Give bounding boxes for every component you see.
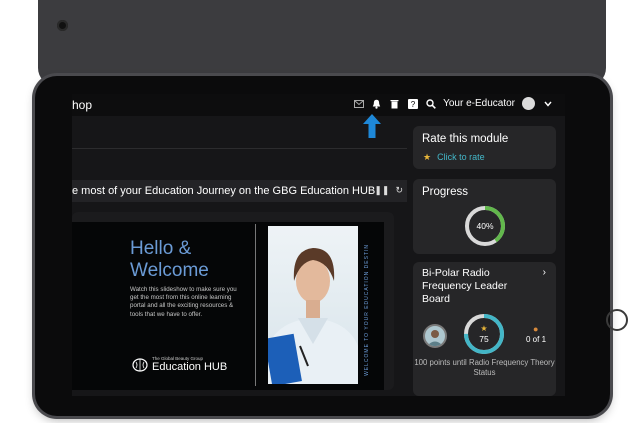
welcome-text: Welcome <box>130 260 209 281</box>
search-icon[interactable] <box>425 98 436 109</box>
progress-ring: 40% <box>465 206 505 246</box>
leaderboard-avatar <box>423 324 447 348</box>
module-subbar <box>72 124 407 149</box>
home-button[interactable] <box>606 309 628 331</box>
slide-vertical-text: WELCOME TO YOUR EDUCATION DESTIN <box>364 244 370 376</box>
slide-description: Watch this slideshow to make sure you ge… <box>130 286 237 318</box>
page-title: hop <box>72 98 93 112</box>
slide-divider <box>255 224 256 386</box>
chevron-down-icon[interactable] <box>542 98 553 109</box>
app-screen: hop ? Your e-Educator e most of your Edu… <box>72 94 565 396</box>
star-icon: ★ <box>423 152 432 162</box>
leaderboard-card[interactable]: Bi-Polar Radio Frequency Leader Board › … <box>413 262 556 396</box>
svg-text:?: ? <box>410 100 415 109</box>
rate-link-text: Click to rate <box>437 152 485 162</box>
star-icon: ★ <box>480 324 487 333</box>
pause-icon[interactable]: ❚❚ <box>374 185 389 196</box>
slideshow-heading: e most of your Education Journey on the … <box>72 185 376 197</box>
rate-module-card: Rate this module ★ Click to rate <box>413 126 556 169</box>
educator-photo <box>268 226 358 384</box>
click-to-rate-link[interactable]: ★ Click to rate <box>423 152 485 163</box>
points-remaining-text: 100 points until Radio Frequency Theory … <box>414 358 555 377</box>
rear-camera <box>57 20 68 31</box>
tablet-back <box>38 0 606 86</box>
rate-title: Rate this module <box>422 133 509 145</box>
slideshow-header: e most of your Education Journey on the … <box>72 180 407 202</box>
mail-icon[interactable] <box>353 98 364 109</box>
chevron-right-icon[interactable]: › <box>543 267 546 278</box>
slideshow-controls: ❚❚ ↻ <box>374 185 403 196</box>
slide-hello: Hello & Welcome <box>130 238 209 282</box>
logo-name: Education HUB <box>152 361 228 373</box>
hello-text: Hello & <box>130 238 192 259</box>
progress-value: 40% <box>476 221 493 231</box>
brain-icon <box>132 357 148 372</box>
refresh-icon[interactable]: ↻ <box>395 185 403 196</box>
toolbar-icons: ? Your e-Educator <box>353 97 553 110</box>
progress-title: Progress <box>422 186 469 198</box>
bell-icon[interactable] <box>371 98 382 109</box>
points-ring: ★ 75 <box>464 314 504 354</box>
user-label[interactable]: Your e-Educator <box>443 98 515 109</box>
trash-icon[interactable] <box>389 98 400 109</box>
avatar[interactable] <box>522 97 535 110</box>
leaderboard-title: Bi-Polar Radio Frequency Leader Board <box>422 267 508 305</box>
help-icon[interactable]: ? <box>407 98 418 109</box>
rank-text: 0 of 1 <box>526 335 547 344</box>
progress-card: Progress 40% <box>413 179 556 254</box>
rank-badge-icon: ● <box>533 324 539 334</box>
points-value: 75 <box>479 334 489 344</box>
education-hub-logo: The Global Beauty Group Education HUB <box>132 356 227 373</box>
top-bar: hop ? Your e-Educator <box>72 94 565 116</box>
